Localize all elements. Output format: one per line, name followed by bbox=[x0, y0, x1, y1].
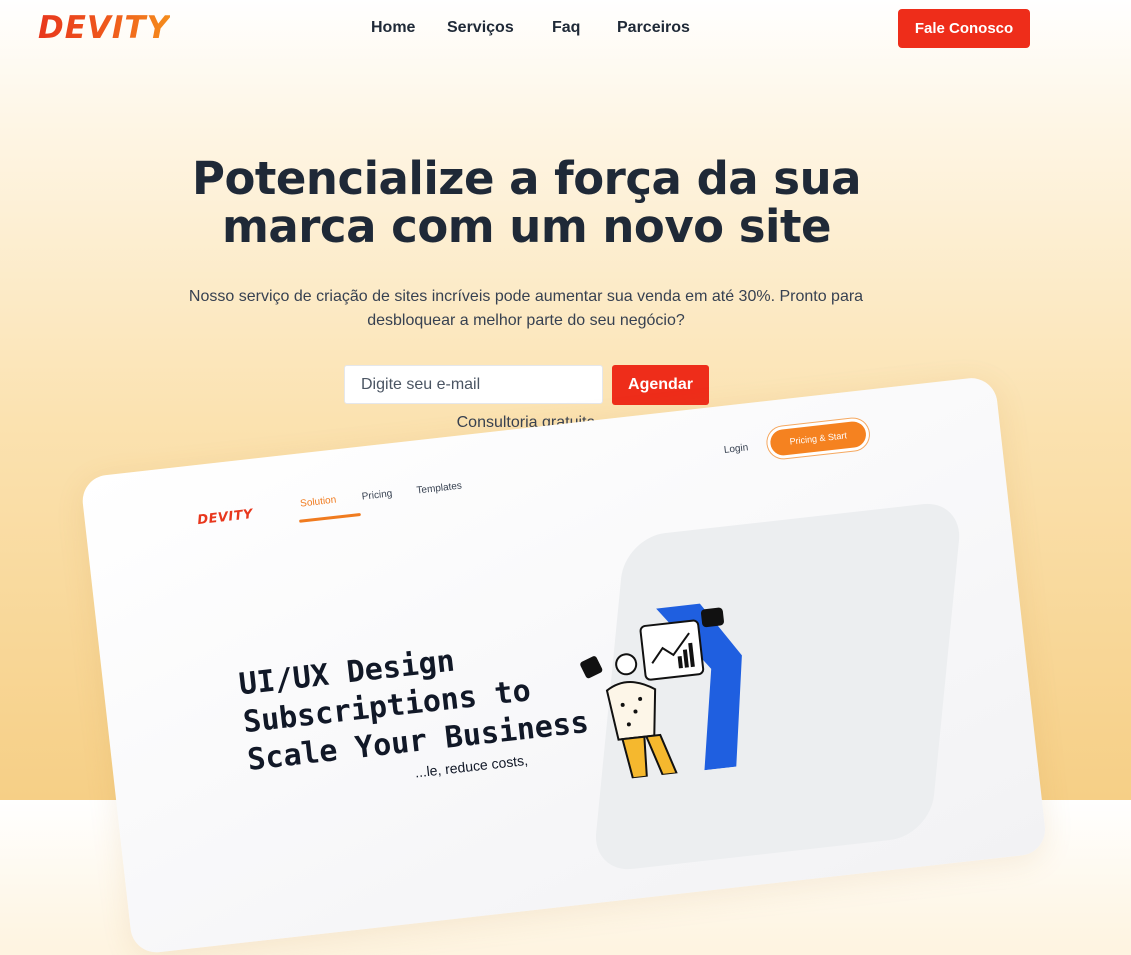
chart-panel bbox=[639, 619, 705, 681]
nav-faq[interactable]: Faq bbox=[552, 19, 580, 37]
preview-nav-underline bbox=[299, 512, 361, 523]
nav-servicos[interactable]: Serviços bbox=[447, 19, 514, 37]
badge-icon bbox=[700, 607, 724, 628]
preview-nav-pricing: Pricing bbox=[361, 488, 393, 503]
nav-home[interactable]: Home bbox=[371, 19, 415, 37]
w-badge-icon bbox=[580, 656, 603, 679]
preview-nav-templates: Templates bbox=[415, 480, 463, 497]
preview-pricing-button: Pricing & Start bbox=[769, 420, 868, 457]
preview-headline: UI/UX Design Subscriptions to Scale Your… bbox=[237, 628, 591, 780]
hero-subtitle: Nosso serviço de criação de sites incrív… bbox=[188, 288, 864, 329]
hero-title-line-1: Potencialize a força da sua bbox=[191, 152, 862, 205]
preview-login: Login bbox=[723, 442, 749, 457]
preview-nav-solution: Solution bbox=[299, 494, 337, 510]
preview-logo: DEVITY bbox=[196, 506, 254, 529]
nav-parceiros[interactable]: Parceiros bbox=[617, 19, 690, 37]
contact-button[interactable]: Fale Conosco bbox=[898, 9, 1030, 48]
hero-title: Potencialize a força da sua marca com um… bbox=[0, 155, 1053, 251]
website-preview-card: DEVITY Solution Pricing Templates Login … bbox=[80, 375, 1048, 955]
person-chart-illustration bbox=[580, 603, 742, 780]
email-input[interactable] bbox=[344, 365, 603, 404]
schedule-button[interactable]: Agendar bbox=[612, 365, 709, 405]
hero-title-line-2: marca com um novo site bbox=[221, 200, 832, 253]
